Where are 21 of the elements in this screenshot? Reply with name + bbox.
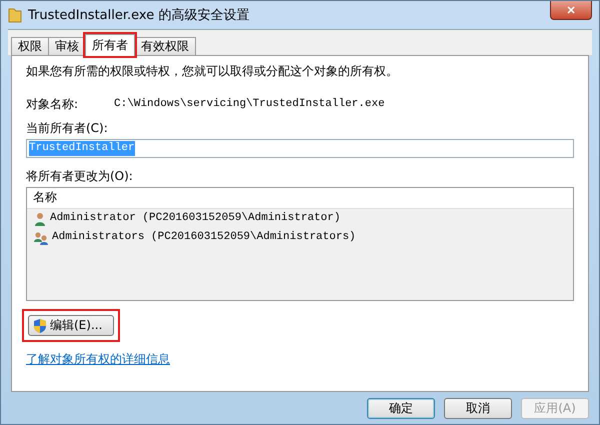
folder-icon bbox=[8, 7, 22, 23]
owner-name[interactable]: Administrators (PC201603152059\Administrators) bbox=[52, 230, 356, 245]
tab[interactable]: 所有者 bbox=[85, 34, 135, 56]
tab[interactable]: 权限 bbox=[11, 37, 49, 55]
tab[interactable]: 审核 bbox=[48, 37, 86, 55]
change-owner-label: 将所有者更改为(O): bbox=[26, 169, 134, 184]
edit-button[interactable]: 编辑(E)... bbox=[28, 315, 114, 336]
current-owner-label: 当前所有者(C): bbox=[26, 121, 109, 136]
info-link[interactable]: 了解对象所有权的详细信息 bbox=[26, 352, 170, 367]
users-icon bbox=[33, 230, 49, 244]
shield-icon bbox=[33, 318, 47, 333]
owner-name[interactable]: Administrator (PC201603152059\Administrator) bbox=[50, 211, 340, 226]
object-name-label: 对象名称: bbox=[26, 97, 78, 112]
tab[interactable]: 有效权限 bbox=[134, 37, 196, 55]
dialog-button[interactable]: 取消 bbox=[444, 398, 512, 419]
user-icon bbox=[33, 212, 47, 226]
window-title: TrustedInstaller.exe 的高级安全设置 bbox=[28, 8, 250, 22]
object-path: C:\Windows\servicing\TrustedInstaller.exe bbox=[114, 97, 385, 112]
intro-text: 如果您有所需的权限或特权，您就可以取得或分配这个对象的所有权。 bbox=[26, 64, 399, 79]
column-header[interactable]: 名称 bbox=[27, 188, 573, 209]
dialog-button[interactable]: 确定 bbox=[367, 398, 435, 419]
